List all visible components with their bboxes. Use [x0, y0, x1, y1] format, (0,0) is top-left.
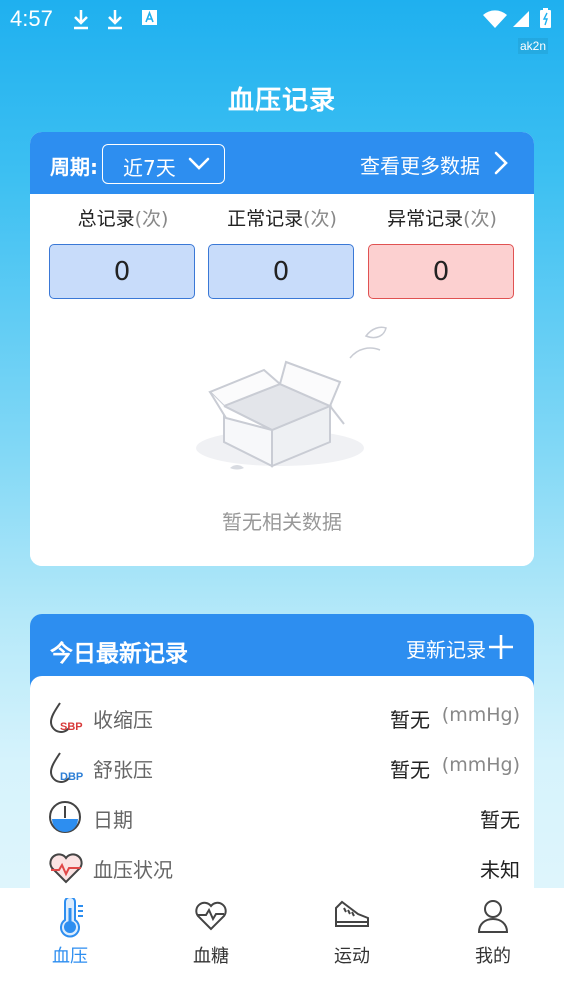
- dbp-icon-text: DBP: [60, 771, 83, 783]
- stat-normal-value: 0: [208, 244, 354, 299]
- stat-label-text: 异常记录: [387, 208, 464, 230]
- record-row-date: 日期 暂无: [30, 796, 534, 840]
- plus-icon[interactable]: [488, 634, 514, 660]
- tab-label: 我的: [475, 946, 511, 967]
- record-value: 暂无: [390, 758, 430, 782]
- signal-icon: [513, 11, 529, 27]
- page-title: 血压记录: [227, 86, 336, 116]
- record-value: 暂无: [480, 808, 520, 832]
- view-more-data-link[interactable]: 查看更多数据: [360, 150, 480, 179]
- tab-label: 血压: [52, 946, 88, 967]
- update-record-button[interactable]: 更新记录: [406, 634, 486, 663]
- latest-record-body: SBP 收缩压 暂无 (mmHg) DBP 舒张压 暂无 (mmHg) 日期 暂…: [30, 676, 534, 914]
- record-label: 收缩压: [93, 708, 153, 732]
- app-notification-icon: [142, 10, 157, 25]
- dbp-drop-icon: DBP: [49, 752, 83, 783]
- build-badge: ak2n: [517, 38, 548, 54]
- empty-box-illustration: [196, 326, 387, 470]
- latest-record-header: 今日最新记录 更新记录: [30, 614, 534, 680]
- record-label: 日期: [93, 808, 133, 832]
- download-icon: [74, 10, 88, 30]
- stat-label-text: 正常记录: [227, 208, 304, 230]
- stat-label-normal: 正常记录(次): [207, 204, 357, 231]
- sbp-drop-icon: SBP: [49, 702, 83, 733]
- record-label: 血压状况: [93, 858, 173, 882]
- record-value: 未知: [480, 858, 520, 882]
- stat-total-value: 0: [49, 244, 195, 299]
- stat-abnormal-value: 0: [368, 244, 514, 299]
- thermometer-icon: [60, 898, 83, 938]
- status-bar: 4:57 ak2n: [0, 0, 564, 54]
- stat-unit: (次): [303, 208, 337, 230]
- record-row-status: 血压状况 未知: [30, 846, 534, 890]
- tab-label: 运动: [334, 946, 370, 967]
- clock-icon: [49, 801, 81, 833]
- latest-record-card: 今日最新记录 更新记录 SBP 收缩压 暂无 (mmHg) DBP 舒张压 暂无…: [30, 614, 534, 914]
- tab-label: 血糖: [193, 946, 229, 967]
- chevron-down-icon: [188, 157, 210, 170]
- empty-state-text: 暂无相关数据: [222, 510, 342, 534]
- shoe-icon: [335, 900, 369, 927]
- period-label: 周期:: [50, 155, 98, 179]
- record-label: 舒张压: [93, 758, 153, 782]
- stat-label-abnormal: 异常记录(次): [367, 204, 517, 231]
- download-icon: [108, 10, 122, 30]
- stat-unit: (次): [134, 208, 169, 230]
- latest-record-title: 今日最新记录: [50, 641, 188, 667]
- period-value: 近7天: [123, 156, 176, 180]
- chevron-right-icon[interactable]: [494, 151, 508, 175]
- stat-label-total: 总记录(次): [48, 204, 198, 231]
- period-dropdown[interactable]: 近7天: [102, 144, 225, 184]
- record-unit: (mmHg): [441, 754, 520, 776]
- record-value: 暂无: [390, 708, 430, 732]
- record-row-dbp: DBP 舒张压 暂无 (mmHg): [30, 746, 534, 790]
- heart-wave-icon: [195, 901, 227, 931]
- heart-pulse-icon: [49, 853, 83, 884]
- battery-icon: [540, 8, 551, 28]
- stat-unit: (次): [463, 208, 497, 230]
- sbp-icon-text: SBP: [60, 721, 83, 733]
- record-row-sbp: SBP 收缩压 暂无 (mmHg): [30, 696, 534, 740]
- stat-label-text: 总记录: [77, 208, 135, 230]
- summary-card-header: 周期: 近7天 查看更多数据: [30, 132, 534, 194]
- summary-card-body: 总记录(次) 正常记录(次) 异常记录(次) 0 0 0 暂无相关数据: [30, 194, 534, 566]
- record-unit: (mmHg): [441, 704, 520, 726]
- summary-card: 周期: 近7天 查看更多数据 总记录(次) 正常记录(次) 异常记录(次) 0 …: [30, 132, 534, 566]
- person-icon: [477, 900, 509, 933]
- bottom-tab-bar: 血压 血糖 运动 我的: [0, 888, 564, 1004]
- wifi-icon: [483, 10, 507, 28]
- status-time: 4:57: [10, 6, 53, 31]
